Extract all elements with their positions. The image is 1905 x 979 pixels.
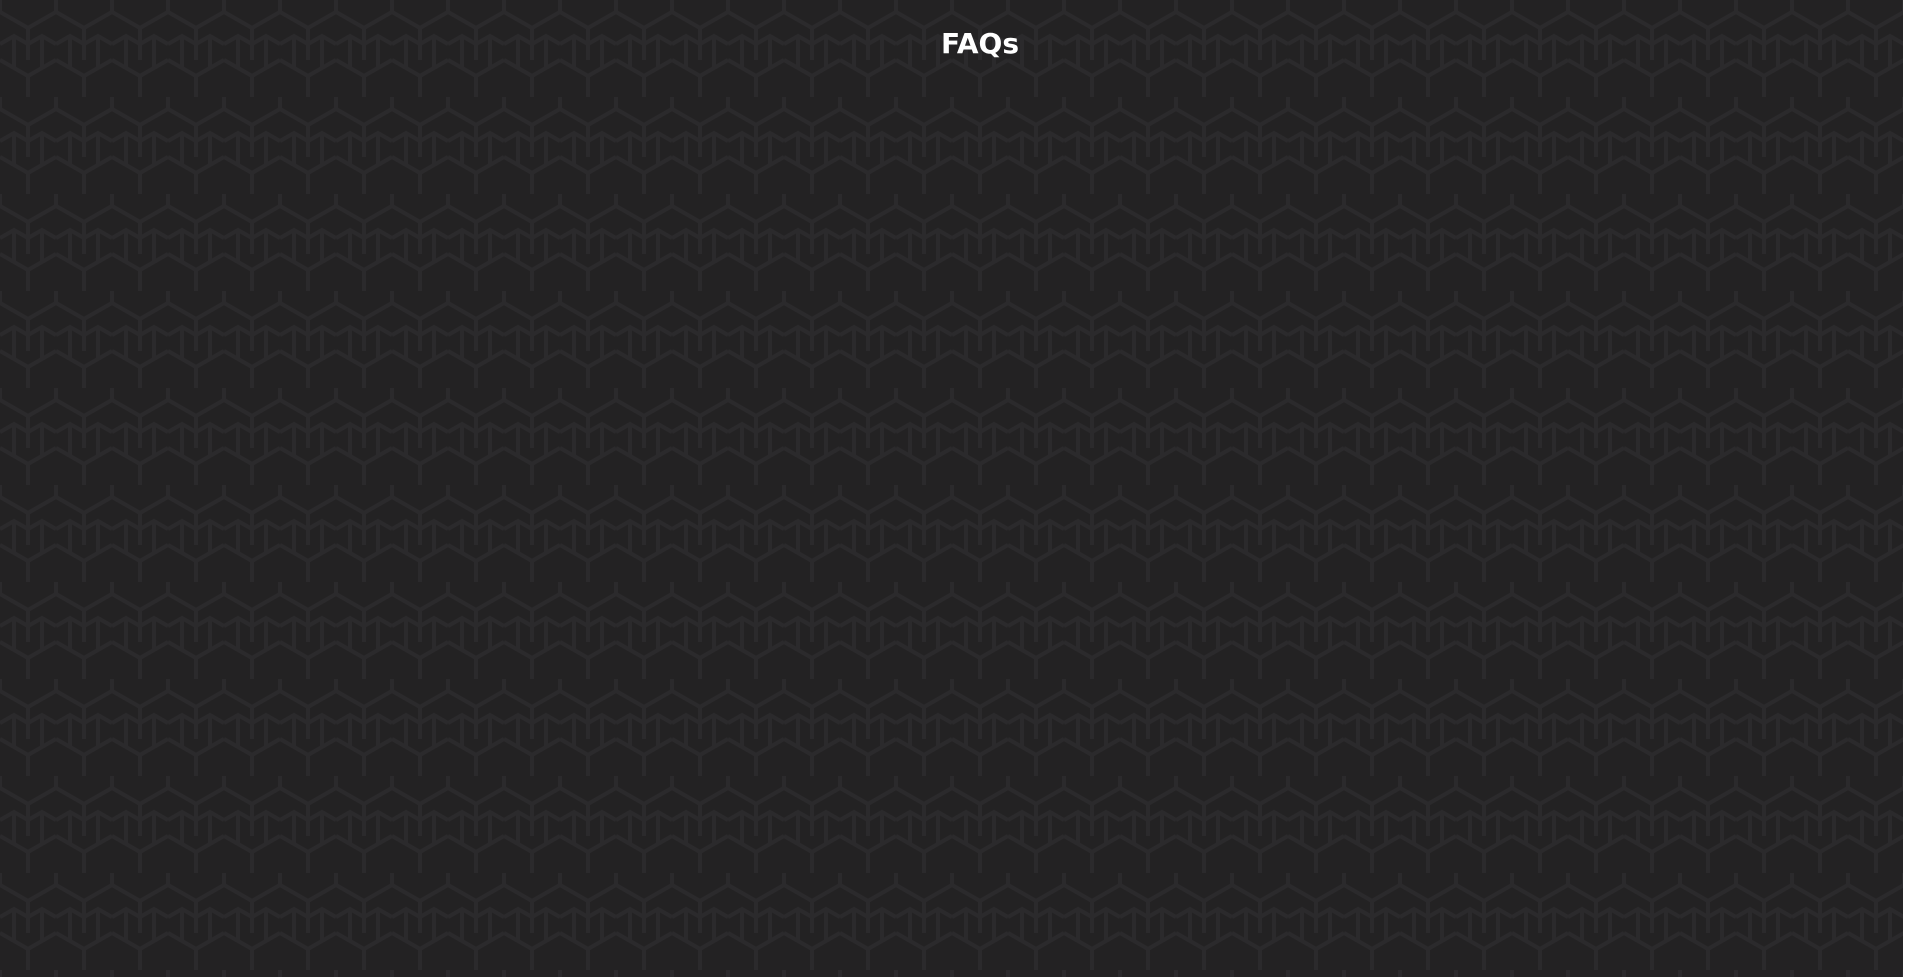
page: FAQs [0, 0, 1905, 979]
page-title: FAQs [940, 27, 1020, 60]
faq-section: FAQs [0, 0, 1903, 977]
background-pattern [0, 0, 1903, 977]
